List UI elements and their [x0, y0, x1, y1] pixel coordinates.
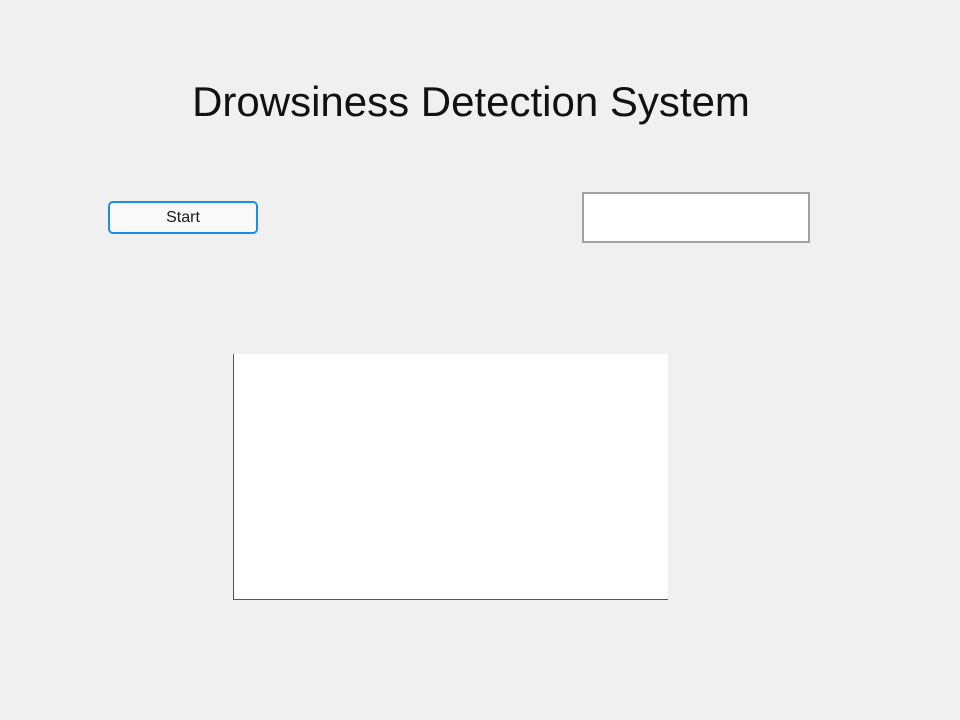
app-title: Drowsiness Detection System — [192, 78, 750, 125]
start-button[interactable]: Start — [108, 201, 258, 234]
status-field[interactable] — [582, 192, 810, 243]
video-display-axes — [233, 354, 668, 600]
